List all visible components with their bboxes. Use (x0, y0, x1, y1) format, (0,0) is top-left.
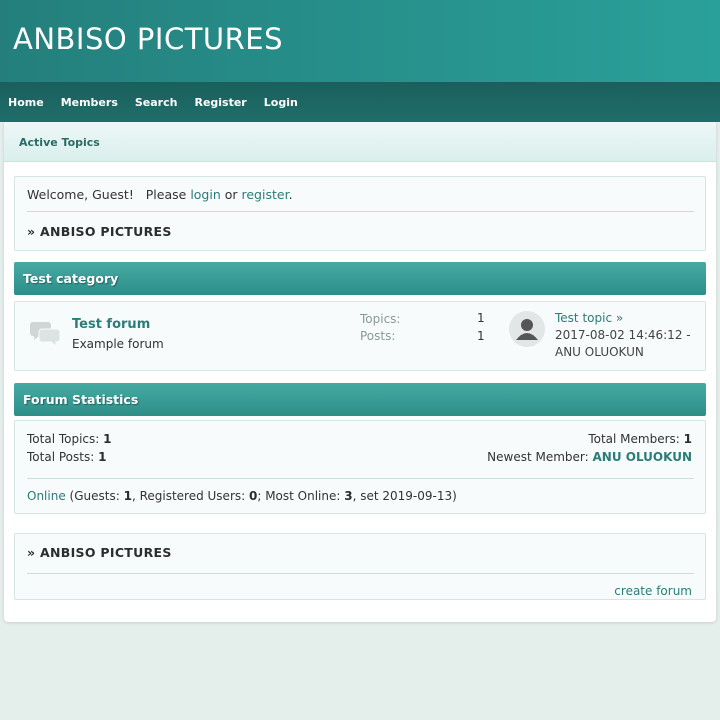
statistics-box: Total Topics: 1 Total Posts: 1 Total Mem… (14, 420, 706, 514)
guests-value: 1 (123, 489, 132, 503)
forum-title[interactable]: Test forum (72, 317, 150, 332)
forum-row: Test forum Example forum Topics: 1 Posts… (14, 301, 706, 371)
total-topics: Total Topics: 1 (27, 432, 112, 446)
total-posts-label: Total Posts: (27, 450, 99, 464)
login-link[interactable]: login (190, 187, 220, 202)
forum-description: Example forum (72, 337, 164, 351)
most-online-date: , set 2019-09-13) (352, 489, 457, 503)
category-header: Test category (14, 262, 706, 295)
main-navbar: Home Members Search Register Login (0, 82, 720, 122)
last-topic-link[interactable]: Test topic (555, 311, 612, 325)
breadcrumb-home[interactable]: ANBISO PICTURES (40, 224, 172, 239)
category-title[interactable]: Test category (23, 271, 118, 286)
total-posts: Total Posts: 1 (27, 450, 106, 464)
welcome-suffix: . (288, 187, 293, 202)
speech-bubbles-icon (29, 320, 61, 349)
posts-count: 1 (477, 329, 485, 343)
total-members-value: 1 (683, 432, 692, 446)
welcome-box: Welcome, Guest! Please login or register… (14, 176, 706, 251)
most-online-label: ; Most Online: (257, 489, 345, 503)
welcome-prefix: Welcome, Guest! Please (27, 187, 191, 202)
last-post-topic[interactable]: Test topic » (555, 311, 623, 325)
nav-register[interactable]: Register (194, 96, 246, 109)
statistics-title: Forum Statistics (23, 392, 139, 407)
total-members: Total Members: 1 (588, 432, 692, 446)
nav-search[interactable]: Search (135, 96, 178, 109)
total-members-label: Total Members: (588, 432, 684, 446)
registered-label: , Registered Users: (131, 489, 249, 503)
welcome-message: Welcome, Guest! Please login or register… (27, 187, 293, 202)
guests-label: (Guests: (65, 489, 124, 503)
footer-breadcrumb: » ANBISO PICTURES (27, 545, 172, 560)
nav-home[interactable]: Home (8, 96, 44, 109)
site-title[interactable]: ANBISO PICTURES (13, 22, 283, 56)
newest-member: Newest Member: ANU OLUOKUN (487, 450, 692, 464)
most-online-value: 3 (344, 489, 353, 503)
total-posts-value: 1 (98, 450, 107, 464)
create-forum-link[interactable]: create forum (614, 584, 692, 598)
nav-members[interactable]: Members (61, 96, 118, 109)
last-post-user: ANU OLUOKUN (555, 345, 644, 359)
newest-member-link[interactable]: ANU OLUOKUN (593, 450, 693, 464)
nav-login[interactable]: Login (264, 96, 298, 109)
total-topics-label: Total Topics: (27, 432, 104, 446)
divider (27, 211, 694, 212)
divider (27, 478, 694, 479)
subnav-active-topics[interactable]: Active Topics (19, 136, 100, 149)
last-topic-arrow[interactable]: » (616, 311, 623, 325)
breadcrumb-arrow: » (27, 224, 36, 239)
register-link[interactable]: register (242, 187, 289, 202)
online-summary: Online (Guests: 1, Registered Users: 0; … (27, 489, 457, 503)
topics-count: 1 (477, 311, 485, 325)
last-post-date: 2017-08-02 14:46:12 - (555, 328, 691, 342)
divider (27, 573, 694, 574)
posts-label: Posts: (360, 329, 396, 343)
default-user-icon[interactable] (509, 311, 545, 347)
statistics-header: Forum Statistics (14, 383, 706, 416)
footer-breadcrumb-home[interactable]: ANBISO PICTURES (40, 545, 172, 560)
welcome-or: or (220, 187, 242, 202)
footer-box: » ANBISO PICTURES create forum (14, 533, 706, 600)
content-wrapper: Active Topics Welcome, Guest! Please log… (4, 122, 716, 622)
site-header: ANBISO PICTURES (0, 0, 720, 82)
topics-label: Topics: (360, 312, 401, 326)
footer-breadcrumb-arrow: » (27, 545, 36, 560)
breadcrumb: » ANBISO PICTURES (27, 224, 172, 239)
total-topics-value: 1 (103, 432, 112, 446)
online-link[interactable]: Online (27, 489, 66, 503)
newest-member-label: Newest Member: (487, 450, 593, 464)
sub-navbar: Active Topics (4, 122, 716, 162)
